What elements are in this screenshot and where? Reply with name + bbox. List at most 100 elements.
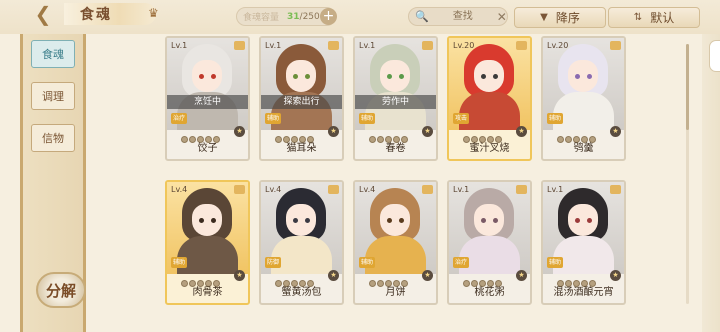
sort-order-button[interactable]: ▼ 降序	[514, 7, 606, 28]
sort-order-label: 降序	[555, 11, 580, 25]
tab-shihun[interactable]: 食魂	[31, 40, 75, 68]
role-badge: 辅助	[359, 257, 376, 268]
card-corner-icon	[516, 41, 527, 50]
role-badge: 治疗	[453, 257, 470, 268]
role-badge: 辅助	[265, 113, 282, 124]
portrait-face	[192, 60, 222, 92]
character-card[interactable]: Lv.20 攻击 ★ 蜜汁叉烧	[447, 36, 532, 161]
character-name: 蟹黄汤包	[281, 287, 322, 298]
portrait-eye	[481, 218, 486, 223]
portrait-face	[192, 204, 222, 236]
clear-search-icon[interactable]: ✕	[497, 10, 507, 24]
portrait-body	[553, 236, 614, 274]
character-name: 饺子	[197, 143, 218, 154]
sort-mode-button[interactable]: ⇅ 默认	[608, 7, 700, 28]
character-card[interactable]: Lv.20 辅助 ★ 鸮羹	[541, 36, 626, 161]
skill-badge-icon: ★	[610, 126, 621, 137]
portrait-eye	[587, 74, 592, 79]
role-badge: 辅助	[547, 257, 564, 268]
card-level: Lv.1	[265, 41, 282, 50]
star-rating	[557, 128, 597, 143]
portrait-face	[568, 204, 598, 236]
skill-badge-icon: ★	[328, 270, 339, 281]
portrait-eye	[399, 74, 404, 79]
portrait-face	[474, 60, 504, 92]
character-card[interactable]: Lv.1 辅助 ★ 混汤酒酿元宵	[541, 180, 626, 305]
portrait-body	[459, 236, 520, 274]
search-input[interactable]	[428, 10, 497, 23]
side-drawer-handle[interactable]	[709, 40, 720, 72]
star-rating	[275, 128, 315, 143]
card-status: 劳作中	[355, 95, 436, 109]
star-rating	[369, 272, 409, 287]
star-rating	[557, 272, 597, 287]
star-rating	[369, 128, 409, 143]
portrait-eye	[211, 74, 216, 79]
character-card[interactable]: Lv.1 治疗 ★ 桃花粥	[447, 180, 532, 305]
character-name: 混汤酒酿元宵	[553, 287, 614, 298]
chef-hat-icon: ♛	[148, 6, 159, 20]
character-card[interactable]: Lv.1 劳作中 辅助 ★ 春卷	[353, 36, 438, 161]
portrait-face	[380, 204, 410, 236]
search-icon: 🔍	[415, 10, 429, 23]
card-status: 探索出行	[261, 95, 342, 109]
tab-xinwu[interactable]: 信物	[31, 124, 75, 152]
right-edge-panel	[702, 34, 720, 332]
character-name: 鸮羹	[573, 143, 594, 154]
search-box: 🔍 ✕	[408, 7, 508, 26]
portrait-eye	[493, 74, 498, 79]
portrait-eye	[305, 218, 310, 223]
role-badge: 攻击	[453, 113, 470, 124]
sort-triangle-icon: ▼	[540, 12, 548, 23]
portrait-body	[271, 236, 332, 274]
capacity-current: 31	[287, 11, 300, 22]
character-name: 月饼	[385, 287, 406, 298]
top-bar: ❮ 食魂 ♛ 食魂容量 31 /250 + 🔍 ✕ ▼ 降序 ⇅ 默认	[0, 0, 720, 34]
portrait-body	[365, 236, 426, 274]
character-name: 蜜汁叉烧	[469, 143, 510, 154]
card-level: Lv.1	[359, 41, 376, 50]
character-card[interactable]: Lv.4 辅助 ★ 月饼	[353, 180, 438, 305]
portrait-eye	[199, 218, 204, 223]
portrait-eye	[481, 74, 486, 79]
scrollbar-thumb[interactable]	[686, 44, 689, 130]
role-badge: 辅助	[547, 113, 564, 124]
card-corner-icon	[234, 185, 245, 194]
portrait-eye	[293, 218, 298, 223]
back-arrow-icon[interactable]: ❮	[30, 1, 56, 27]
skill-badge-icon: ★	[422, 126, 433, 137]
tab-tiaoli[interactable]: 调理	[31, 82, 75, 110]
portrait-eye	[399, 218, 404, 223]
card-level: Lv.20	[453, 41, 475, 50]
portrait-eye	[587, 218, 592, 223]
character-card[interactable]: Lv.4 辅助 ★ 肉骨茶	[165, 180, 250, 305]
character-name: 肉骨茶	[192, 287, 223, 298]
role-badge: 防御	[265, 257, 282, 268]
portrait-eye	[493, 218, 498, 223]
sort-arrows-icon: ⇅	[633, 12, 643, 23]
skill-badge-icon: ★	[516, 270, 527, 281]
portrait-face	[474, 204, 504, 236]
portrait-face	[380, 60, 410, 92]
character-card[interactable]: Lv.1 探索出行 辅助 ★ 猫耳朵	[259, 36, 344, 161]
character-card[interactable]: Lv.4 防御 ★ 蟹黄汤包	[259, 180, 344, 305]
card-corner-icon	[328, 185, 339, 194]
decompose-button[interactable]: 分解	[36, 272, 86, 308]
star-rating	[181, 272, 221, 287]
skill-badge-icon: ★	[328, 126, 339, 137]
portrait-face	[568, 60, 598, 92]
star-rating	[275, 272, 315, 287]
role-badge: 治疗	[171, 113, 188, 124]
page-title: 食魂	[64, 3, 156, 25]
portrait-body	[177, 236, 238, 274]
character-name: 桃花粥	[474, 287, 505, 298]
card-corner-icon	[422, 41, 433, 50]
card-corner-icon	[610, 185, 621, 194]
card-corner-icon	[516, 185, 527, 194]
character-card[interactable]: Lv.1 烹饪中 治疗 ★ 饺子	[165, 36, 250, 161]
portrait-eye	[305, 74, 310, 79]
sort-mode-label: 默认	[650, 11, 675, 25]
add-capacity-button[interactable]: +	[320, 8, 337, 25]
star-rating	[463, 272, 503, 287]
role-badge: 辅助	[171, 257, 188, 268]
